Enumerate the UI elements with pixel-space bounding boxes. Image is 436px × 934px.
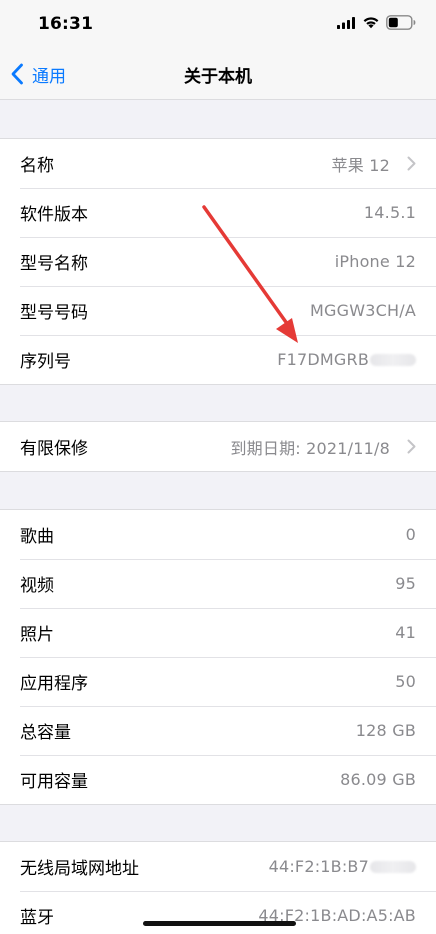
row-label: 型号名称	[20, 254, 88, 274]
row-label: 照片	[20, 625, 54, 645]
row-value: MGGW3CH/A	[310, 301, 416, 320]
status-bar: 16:31	[0, 0, 436, 48]
row-device-name[interactable]: 名称 苹果 12	[0, 139, 436, 188]
row-label: 型号号码	[20, 303, 88, 323]
redaction-blur	[370, 860, 416, 873]
battery-icon	[386, 15, 416, 30]
row-photos: 照片 41	[0, 608, 436, 657]
row-label: 名称	[20, 156, 54, 176]
row-value: 86.09 GB	[340, 770, 416, 789]
row-label: 无线局域网地址	[20, 859, 139, 879]
navigation-bar: 通用 关于本机	[0, 48, 436, 100]
row-label: 可用容量	[20, 772, 88, 792]
warranty-group: 有限保修 到期日期: 2021/11/8	[0, 421, 436, 472]
row-model-name: 型号名称 iPhone 12	[0, 237, 436, 286]
chevron-right-icon	[407, 156, 416, 171]
row-value: 苹果 12	[331, 155, 390, 175]
page-title: 关于本机	[184, 67, 252, 87]
row-label: 歌曲	[20, 527, 54, 547]
row-label: 总容量	[20, 723, 71, 743]
row-value: 0	[405, 525, 416, 544]
row-value: iPhone 12	[334, 252, 416, 271]
serial-number-value: F17DMGRB	[277, 350, 369, 369]
row-value: 到期日期: 2021/11/8	[230, 438, 390, 458]
row-wifi-address[interactable]: 无线局域网地址 44:F2:1B:B7	[0, 842, 436, 891]
row-label: 蓝牙	[20, 908, 54, 928]
row-value-wrap: F17DMGRB	[277, 350, 416, 369]
row-limited-warranty[interactable]: 有限保修 到期日期: 2021/11/8	[0, 422, 436, 471]
row-serial-number[interactable]: 序列号 F17DMGRB	[0, 335, 436, 384]
device-info-group: 名称 苹果 12 软件版本 14.5.1 型号名称 iPhone 12 型号号码…	[0, 138, 436, 385]
row-label: 软件版本	[20, 205, 88, 225]
row-available-capacity: 可用容量 86.09 GB	[0, 755, 436, 804]
row-videos: 视频 95	[0, 559, 436, 608]
row-value: 128 GB	[355, 721, 416, 740]
row-total-capacity: 总容量 128 GB	[0, 706, 436, 755]
row-value: 41	[395, 623, 416, 642]
wifi-icon	[363, 17, 379, 29]
row-label: 有限保修	[20, 439, 88, 459]
row-label: 视频	[20, 576, 54, 596]
row-songs: 歌曲 0	[0, 510, 436, 559]
chevron-right-icon	[407, 439, 416, 454]
row-value: 95	[395, 574, 416, 593]
row-label: 应用程序	[20, 674, 88, 694]
status-time: 16:31	[38, 14, 94, 34]
signal-icon	[337, 17, 355, 29]
about-screen: 16:31 通用 关于本机 名称 苹果 12 软件版本 14.5.1 型号名称 …	[0, 0, 436, 934]
redaction-blur	[370, 353, 416, 366]
row-label: 序列号	[20, 352, 71, 372]
row-software-version: 软件版本 14.5.1	[0, 188, 436, 237]
row-value: 50	[395, 672, 416, 691]
row-bluetooth[interactable]: 蓝牙 44:F2:1B:AD:A5:AB	[0, 891, 436, 934]
row-applications: 应用程序 50	[0, 657, 436, 706]
row-model-number[interactable]: 型号号码 MGGW3CH/A	[0, 286, 436, 335]
row-value: 14.5.1	[363, 203, 416, 222]
wifi-address-value: 44:F2:1B:B7	[268, 857, 369, 876]
home-indicator	[143, 921, 296, 926]
row-value-wrap: 44:F2:1B:B7	[269, 857, 416, 876]
media-storage-group: 歌曲 0 视频 95 照片 41 应用程序 50 总容量 128 GB 可用容量…	[0, 509, 436, 805]
